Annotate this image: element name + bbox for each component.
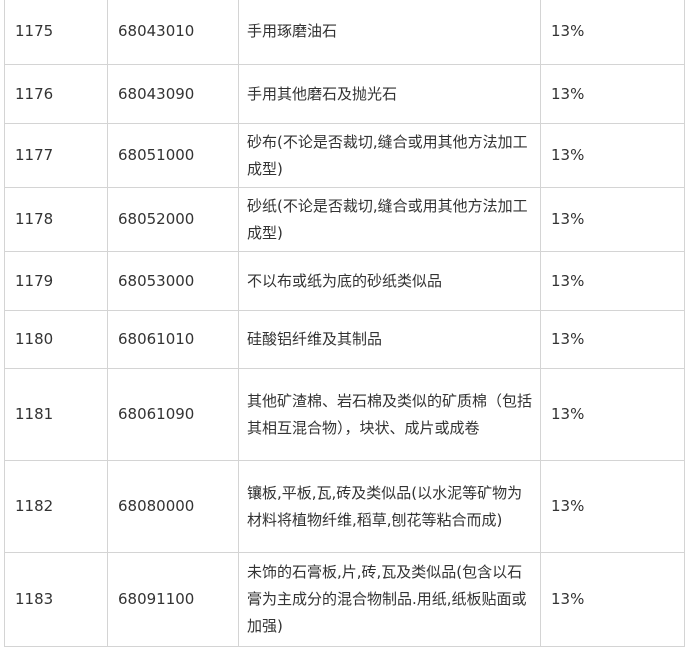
item-description: 其他矿渣棉、岩石棉及类似的矿质棉（包括其相互混合物），块状、成片或成卷 (238, 368, 541, 461)
table-row: 1175 68043010 手用琢磨油石 13% (4, 0, 685, 65)
item-description: 手用琢磨油石 (238, 0, 541, 65)
hs-code: 68061090 (107, 368, 239, 461)
tax-rate: 13% (540, 310, 685, 369)
table-row: 1178 68052000 砂纸(不论是否裁切,缝合或用其他方法加工成型) 13… (4, 187, 685, 252)
row-number: 1182 (4, 460, 108, 553)
tax-rate: 13% (540, 123, 685, 188)
item-description: 硅酸铝纤维及其制品 (238, 310, 541, 369)
hs-code: 68080000 (107, 460, 239, 553)
tax-rate: 13% (540, 552, 685, 647)
row-number: 1181 (4, 368, 108, 461)
tax-rate: 13% (540, 251, 685, 311)
hs-code: 68061010 (107, 310, 239, 369)
hs-code: 68091100 (107, 552, 239, 647)
row-number: 1175 (4, 0, 108, 65)
tax-rate: 13% (540, 64, 685, 124)
tariff-table: 1175 68043010 手用琢磨油石 13% 1176 68043090 手… (4, 0, 685, 647)
table-row: 1180 68061010 硅酸铝纤维及其制品 13% (4, 310, 685, 369)
table-row: 1179 68053000 不以布或纸为底的砂纸类似品 13% (4, 251, 685, 311)
item-description: 砂纸(不论是否裁切,缝合或用其他方法加工成型) (238, 187, 541, 252)
row-number: 1183 (4, 552, 108, 647)
table-row: 1176 68043090 手用其他磨石及抛光石 13% (4, 64, 685, 124)
hs-code: 68043090 (107, 64, 239, 124)
row-number: 1178 (4, 187, 108, 252)
row-number: 1177 (4, 123, 108, 188)
table-row: 1177 68051000 砂布(不论是否裁切,缝合或用其他方法加工成型) 13… (4, 123, 685, 188)
item-description: 未饰的石膏板,片,砖,瓦及类似品(包含以石膏为主成分的混合物制品.用纸,纸板贴面… (238, 552, 541, 647)
item-description: 不以布或纸为底的砂纸类似品 (238, 251, 541, 311)
item-description: 镶板,平板,瓦,砖及类似品(以水泥等矿物为材料将植物纤维,稻草,刨花等粘合而成) (238, 460, 541, 553)
tax-rate: 13% (540, 368, 685, 461)
item-description: 手用其他磨石及抛光石 (238, 64, 541, 124)
hs-code: 68052000 (107, 187, 239, 252)
tax-rate: 13% (540, 0, 685, 65)
table-row: 1181 68061090 其他矿渣棉、岩石棉及类似的矿质棉（包括其相互混合物）… (4, 368, 685, 461)
row-number: 1179 (4, 251, 108, 311)
tax-rate: 13% (540, 187, 685, 252)
row-number: 1176 (4, 64, 108, 124)
item-description: 砂布(不论是否裁切,缝合或用其他方法加工成型) (238, 123, 541, 188)
table-row: 1182 68080000 镶板,平板,瓦,砖及类似品(以水泥等矿物为材料将植物… (4, 460, 685, 553)
row-number: 1180 (4, 310, 108, 369)
table-row: 1183 68091100 未饰的石膏板,片,砖,瓦及类似品(包含以石膏为主成分… (4, 552, 685, 647)
hs-code: 68043010 (107, 0, 239, 65)
tax-rate: 13% (540, 460, 685, 553)
hs-code: 68053000 (107, 251, 239, 311)
hs-code: 68051000 (107, 123, 239, 188)
